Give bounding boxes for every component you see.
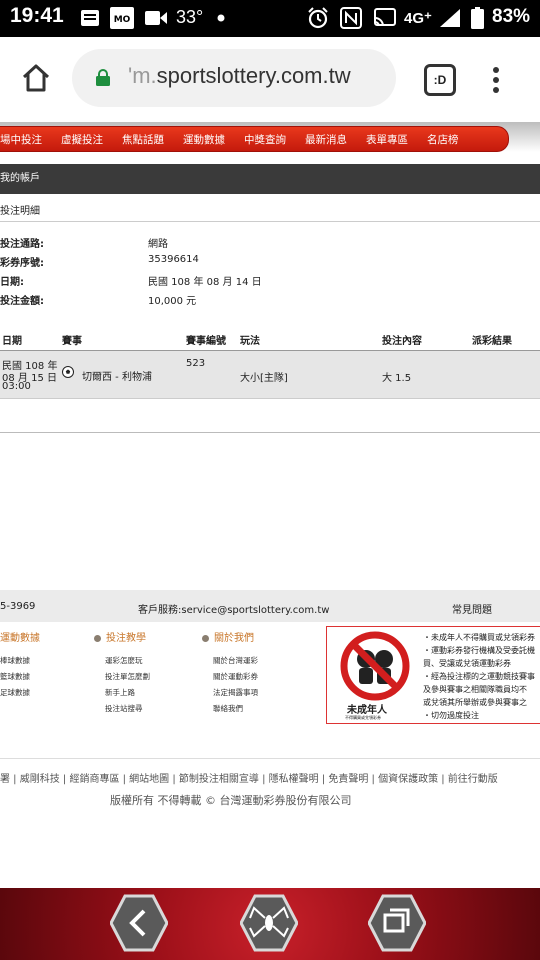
channel-label: 投注通路: (0, 239, 44, 250)
page-content: 場中投注 虛擬投注 焦點話題 運動數據 中獎查詢 最新消息 表單專區 名店榜 我… (0, 122, 540, 888)
row-match-no: 523 (186, 358, 206, 369)
nav-item-virtual-bet[interactable]: 虛擬投注 (61, 132, 103, 147)
ticket-value: 35396614 (148, 254, 199, 265)
row-play: 大小[主隊] (240, 373, 288, 384)
video-icon (145, 11, 167, 25)
warning-line: ・未成年人不得購買或兌領彩券 (423, 633, 535, 642)
channel-value: 網路 (148, 239, 168, 250)
address-bar[interactable]: 'm.sportslottery.com.tw (72, 49, 396, 107)
url-text: 'm.sportslottery.com.tw (128, 63, 351, 88)
battery-icon (471, 7, 484, 29)
nav-item-focus[interactable]: 焦點話題 (122, 132, 164, 147)
browser-toolbar: 'm.sportslottery.com.tw :D (0, 37, 540, 122)
warning-line: ・經為投注標的之運動競技賽事 (423, 672, 535, 681)
warning-line: 及參與賽事之相關隊職員均不 (423, 685, 527, 694)
nav-item-prize-query[interactable]: 中獎查詢 (244, 132, 286, 147)
col-header-result: 派彩結果 (472, 336, 512, 347)
message-icon (81, 10, 99, 26)
section-title: 投注明細 (0, 206, 40, 217)
footer-link[interactable]: 關於運動彩券 (213, 671, 258, 682)
footer-link[interactable]: 運彩怎麼玩 (105, 655, 143, 666)
footer-link[interactable]: 新手上路 (105, 687, 135, 698)
clock: 19:41 (10, 4, 64, 27)
footer-link[interactable]: 投注單怎麼劃 (105, 671, 150, 682)
network-type: 4G⁺ (404, 10, 432, 27)
date-label: 日期: (0, 277, 24, 288)
underage-warning-panel: 未成年人 不得購買或兌領彩券 ・未成年人不得購買或兌領彩券 ・運動彩券發行機構及… (326, 626, 540, 724)
col-header-match: 賽事 (62, 336, 82, 347)
back-button[interactable] (110, 894, 168, 952)
account-bar: 我的帳戶 (0, 164, 540, 194)
table-row: 民國 108 年 08 月 15 日 03:00 切爾西 - 利物浦 523 大… (0, 351, 540, 398)
row-match: 切爾西 - 利物浦 (82, 372, 152, 383)
copyright: 版權所有 不得轉載 © 台灣運動彩券股份有限公司 (110, 794, 352, 807)
footer-service-email[interactable]: 客戶服務:service@sportslottery.com.tw (138, 601, 329, 616)
row-date-line3: 03:00 (2, 381, 31, 392)
footer-link[interactable]: 法定揭露事項 (213, 687, 258, 698)
nfc-icon (340, 7, 362, 29)
amount-value: 10,000 元 (148, 296, 197, 307)
status-bar: 19:41 MO 33° 4G⁺ 83% (0, 0, 540, 37)
dot-icon (217, 14, 225, 22)
battery-percent: 83% (492, 6, 531, 27)
date-value: 民國 108 年 08 月 14 日 (148, 277, 262, 288)
warning-line: ・運動彩券發行機構及受委託機 (423, 646, 535, 655)
nav-item-sports-data[interactable]: 運動數據 (183, 132, 225, 147)
col-header-play: 玩法 (240, 336, 260, 347)
footer-faq-link[interactable]: 常見問題 (452, 601, 492, 616)
system-nav-bar (0, 888, 540, 960)
footer-col1-title: 運動數據 (0, 633, 40, 644)
col-header-match-no: 賽事編號 (186, 336, 226, 347)
col-header-bet: 投注內容 (382, 336, 422, 347)
temperature: 33° (176, 7, 204, 27)
overflow-menu-icon[interactable] (493, 67, 501, 93)
home-spider-button[interactable] (240, 894, 298, 952)
footer-links-row[interactable]: 署 | 威剛科技 | 經銷商專區 | 網站地圖 | 節制投注相關宣導 | 隱私權… (0, 770, 498, 785)
warning-line: 買、受讓或兌領運動彩券 (423, 659, 511, 668)
col-header-date: 日期 (2, 336, 22, 347)
cast-icon (374, 8, 396, 27)
footer-link[interactable]: 聯絡我們 (213, 703, 243, 714)
divider (0, 221, 540, 222)
footer-col2-title: 投注教學 (94, 629, 146, 644)
footer-phone: 5-3969 (0, 601, 36, 612)
warning-line: ・切勿過度投注 (423, 711, 479, 720)
footer-link[interactable]: 關於台灣運彩 (213, 655, 258, 666)
account-title: 我的帳戶 (0, 173, 40, 184)
row-bet: 大 1.5 (382, 373, 412, 384)
ticket-label: 彩券序號: (0, 258, 44, 269)
nav-item-news[interactable]: 最新消息 (305, 132, 347, 147)
nav-item-stores[interactable]: 名店榜 (427, 132, 459, 147)
soccer-ball-icon (62, 366, 74, 378)
recents-button[interactable] (368, 894, 426, 952)
footer-link[interactable]: 足球數據 (0, 687, 30, 698)
footer-contact-bar: 5-3969 客戶服務:service@sportslottery.com.tw… (0, 590, 540, 622)
alarm-icon (308, 7, 328, 29)
footer-col3-title: 關於我們 (202, 629, 254, 644)
no-minors-icon (340, 631, 410, 701)
warning-caption: 未成年人 (347, 705, 387, 716)
signal-icon (440, 9, 460, 27)
footer-link[interactable]: 棒球數據 (0, 655, 30, 666)
nav-item-forms[interactable]: 表單專區 (366, 132, 408, 147)
svg-text:MO: MO (114, 15, 131, 25)
main-nav: 場中投注 虛擬投注 焦點話題 運動數據 中獎查詢 最新消息 表單專區 名店榜 (0, 126, 509, 152)
warning-line: 或兌領其所舉辦或參與賽事之 (423, 698, 527, 707)
tab-switcher-button[interactable]: :D (424, 64, 456, 96)
footer-link[interactable]: 投注站搜尋 (105, 703, 143, 714)
amount-label: 投注金額: (0, 296, 44, 307)
footer-link[interactable]: 籃球數據 (0, 671, 30, 682)
home-icon[interactable] (20, 62, 52, 94)
app-notification-icon: MO (110, 7, 134, 29)
warning-small: 不得購買或兌領彩券 (345, 715, 381, 720)
nav-item-live-bet[interactable]: 場中投注 (0, 132, 42, 147)
lock-icon (96, 69, 110, 86)
